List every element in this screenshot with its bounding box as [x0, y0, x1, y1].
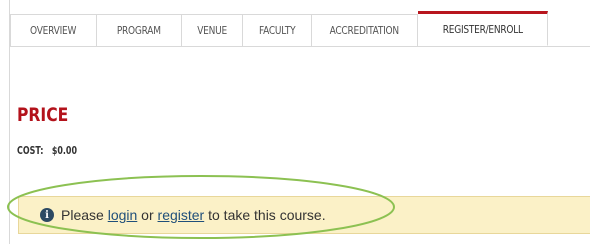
- tab-label: PROGRAM: [117, 24, 161, 37]
- tab-label: ACCREDITATION: [329, 24, 400, 37]
- tab-label: VENUE: [197, 24, 227, 37]
- register-link[interactable]: register: [158, 207, 205, 223]
- cost-line: COST: $0.00: [17, 144, 92, 157]
- cost-value: $0.00: [51, 144, 77, 157]
- notice-text-before: Please: [61, 207, 108, 223]
- tab-label: REGISTER/ENROLL: [442, 23, 523, 36]
- tab-program[interactable]: PROGRAM: [97, 14, 182, 46]
- tab-faculty[interactable]: FACULTY: [243, 14, 312, 46]
- price-heading-text: PRICE: [17, 104, 69, 126]
- login-notice: i Please login or register to take this …: [18, 196, 590, 234]
- notice-text-after: to take this course.: [204, 207, 326, 223]
- price-heading: PRICE: [17, 104, 80, 126]
- tab-venue[interactable]: VENUE: [182, 14, 243, 46]
- tab-overview[interactable]: OVERVIEW: [10, 14, 97, 46]
- notice-text-middle: or: [137, 207, 158, 223]
- tab-label: OVERVIEW: [30, 24, 77, 37]
- tab-accreditation[interactable]: ACCREDITATION: [312, 14, 418, 46]
- tab-label: FACULTY: [258, 24, 296, 37]
- tab-bar: OVERVIEW PROGRAM VENUE FACULTY ACCREDITA…: [10, 11, 590, 47]
- tab-register-enroll[interactable]: REGISTER/ENROLL: [418, 11, 548, 46]
- login-link[interactable]: login: [108, 207, 138, 223]
- info-icon: i: [40, 208, 54, 222]
- cost-label: COST:: [17, 144, 44, 157]
- notice-text: Please login or register to take this co…: [61, 207, 326, 223]
